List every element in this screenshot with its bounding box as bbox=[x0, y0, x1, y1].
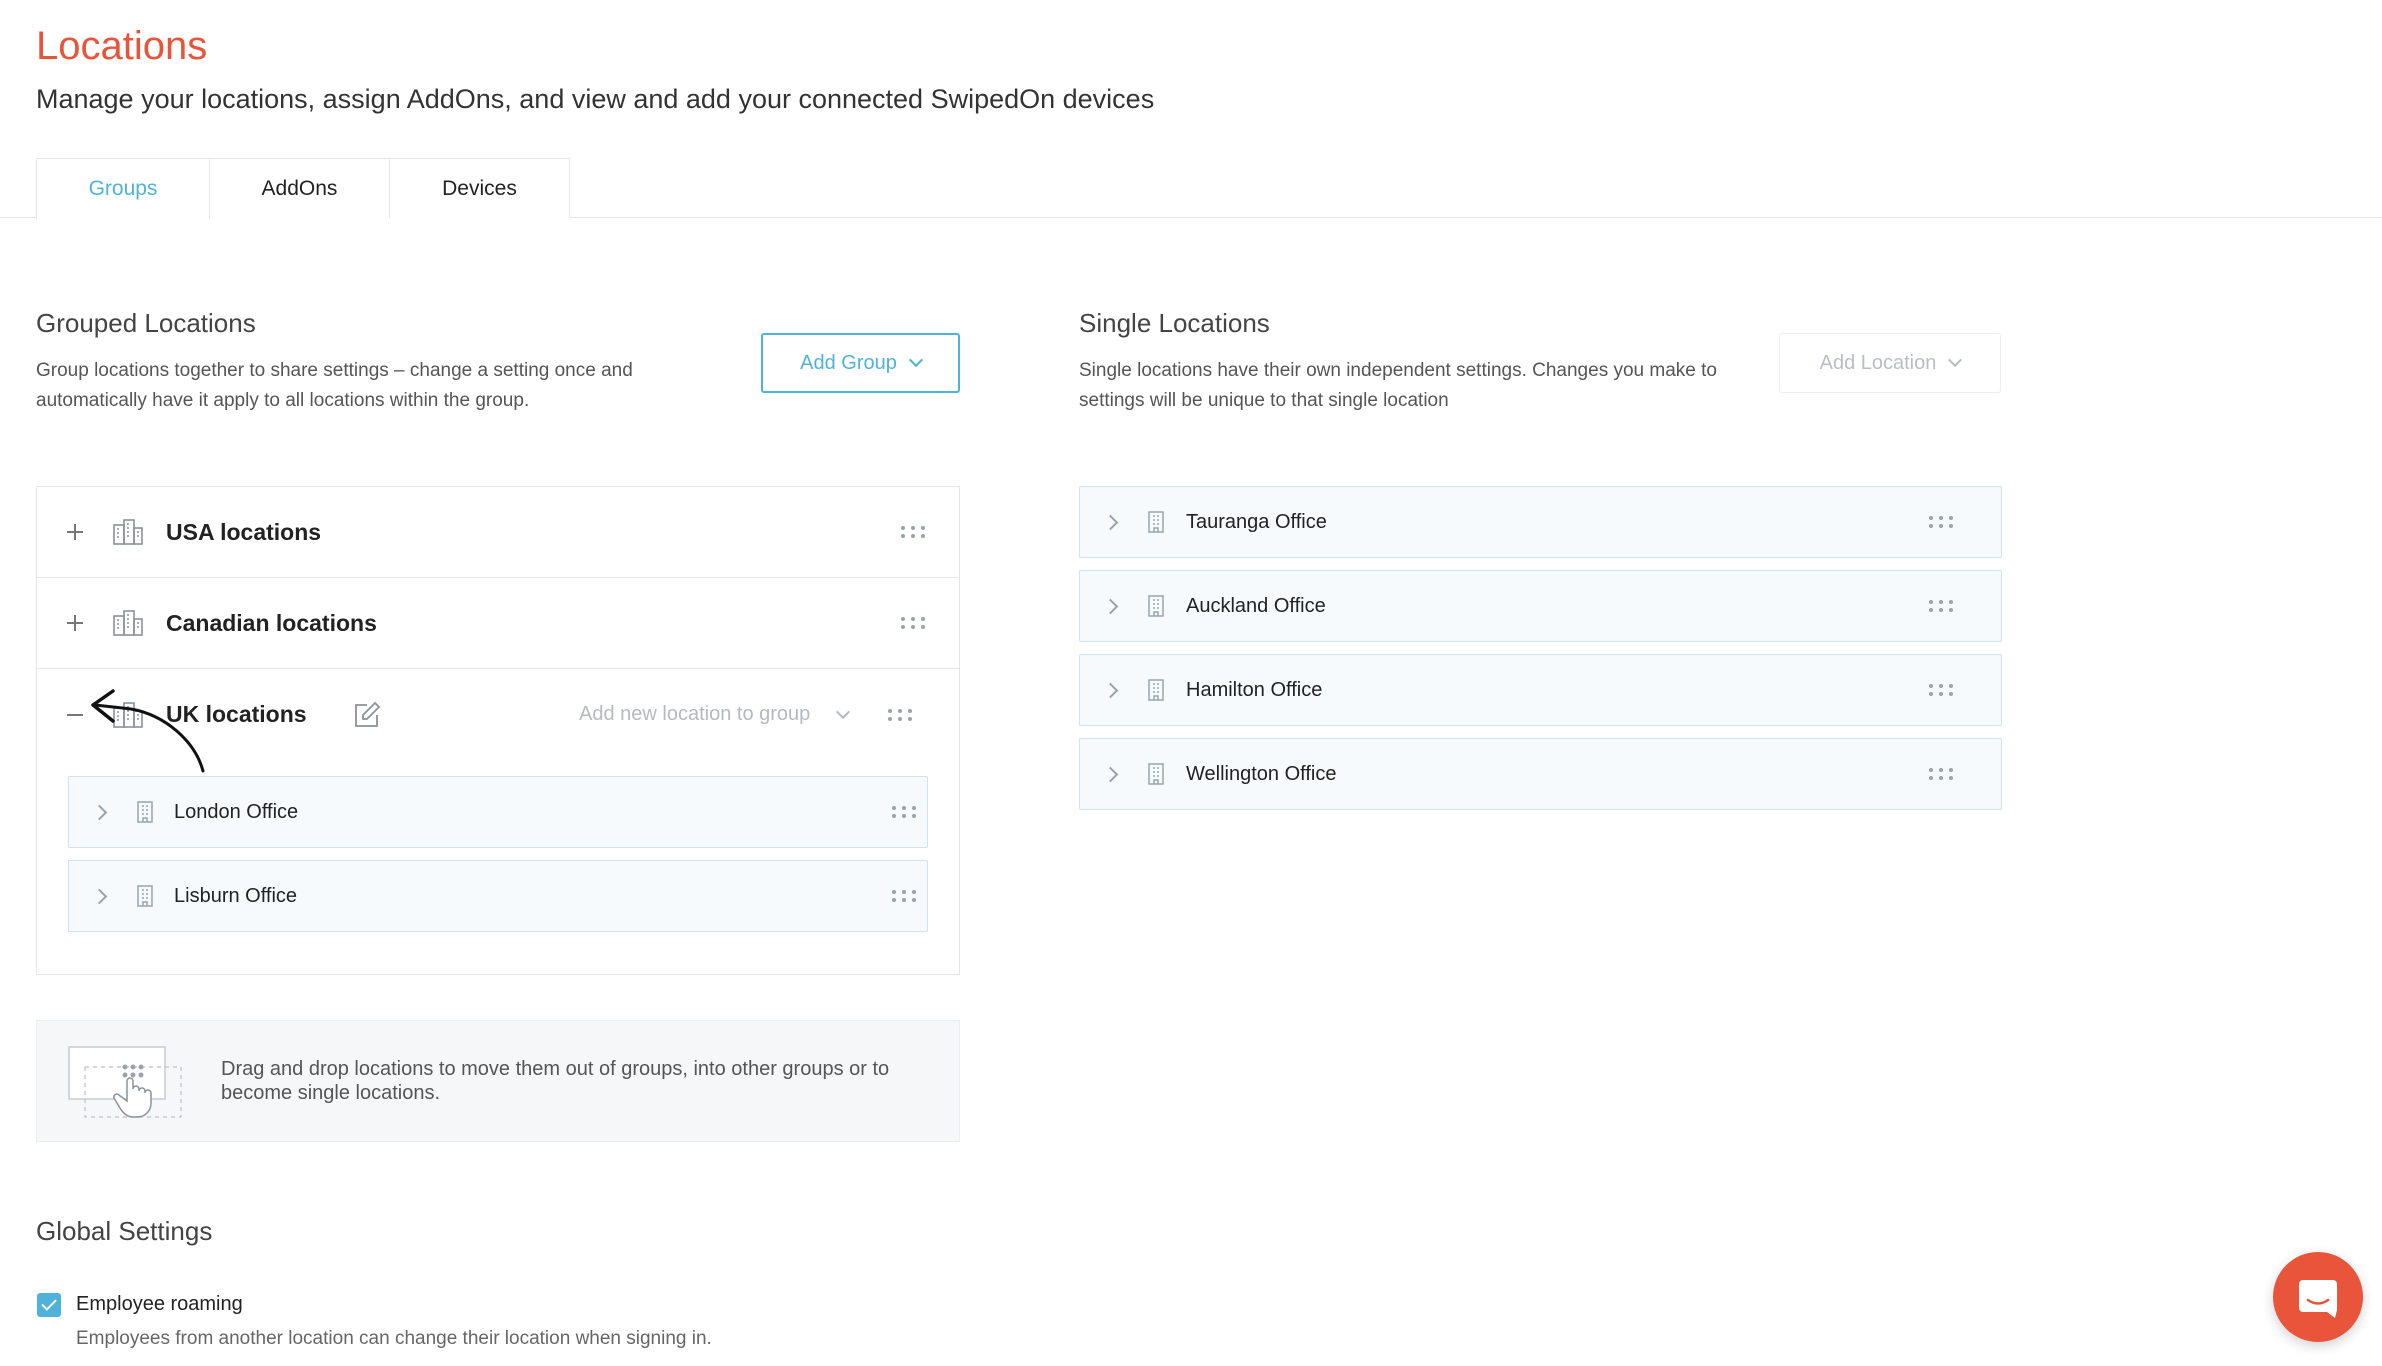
page-title: Locations bbox=[36, 24, 208, 68]
location-row-london[interactable]: London Office bbox=[68, 776, 928, 848]
grouped-desc-line-2: automatically have it apply to all locat… bbox=[36, 390, 530, 411]
location-row-hamilton[interactable]: Hamilton Office bbox=[1079, 654, 2002, 726]
single-desc-line-2: settings will be unique to that single l… bbox=[1079, 390, 1449, 411]
chevron-down-icon bbox=[908, 352, 923, 368]
grouped-locations-list: USA locations Canadian locations UK loca… bbox=[36, 486, 960, 975]
chevron-down-icon bbox=[836, 704, 851, 719]
location-name: Lisburn Office bbox=[174, 884, 298, 907]
drag-handle-icon[interactable] bbox=[901, 526, 925, 538]
tab-addons[interactable]: AddOns bbox=[210, 158, 390, 218]
group-building-icon bbox=[113, 519, 143, 545]
location-name: London Office bbox=[174, 800, 299, 823]
chevron-right-icon[interactable] bbox=[1102, 682, 1119, 698]
employee-roaming-description: Employees from another location can chan… bbox=[76, 1328, 712, 1349]
add-location-button[interactable]: Add Location bbox=[1779, 333, 2001, 393]
location-row-wellington[interactable]: Wellington Office bbox=[1079, 738, 2002, 810]
add-location-to-group-placeholder: Add new location to group bbox=[579, 703, 811, 725]
single-desc-line-1: Single locations have their own independ… bbox=[1079, 360, 1717, 381]
drag-handle-icon[interactable] bbox=[1929, 516, 1953, 528]
drag-handle-icon[interactable] bbox=[901, 617, 925, 629]
page-subtitle: Manage your locations, assign AddOns, an… bbox=[36, 84, 1155, 114]
drag-drop-hint: Drag and drop locations to move them out… bbox=[36, 1020, 960, 1142]
building-icon bbox=[1148, 679, 1164, 701]
building-icon bbox=[1148, 595, 1164, 617]
drag-handle-icon[interactable] bbox=[1929, 768, 1953, 780]
tab-bar: Groups AddOns Devices bbox=[36, 158, 570, 219]
drag-handle-icon[interactable] bbox=[892, 890, 916, 902]
tab-groups[interactable]: Groups bbox=[36, 158, 210, 219]
tab-devices[interactable]: Devices bbox=[390, 158, 570, 218]
chevron-right-icon[interactable] bbox=[91, 888, 108, 904]
location-name: Hamilton Office bbox=[1186, 678, 1323, 701]
single-locations-description: Single locations have their own independ… bbox=[1079, 356, 1717, 416]
add-location-to-group-select[interactable]: Add new location to group bbox=[579, 703, 851, 726]
drag-handle-icon[interactable] bbox=[888, 708, 912, 721]
add-group-button[interactable]: Add Group bbox=[761, 333, 960, 393]
employee-roaming-checkbox[interactable] bbox=[37, 1293, 61, 1317]
chat-launcher-button[interactable] bbox=[2273, 1252, 2363, 1342]
drag-drop-hint-text: Drag and drop locations to move them out… bbox=[221, 1058, 890, 1104]
group-name: USA locations bbox=[166, 518, 322, 545]
chevron-right-icon[interactable] bbox=[1102, 766, 1119, 782]
add-group-label: Add Group bbox=[800, 351, 897, 374]
plus-icon[interactable] bbox=[67, 524, 83, 540]
location-name: Wellington Office bbox=[1186, 762, 1337, 785]
chat-icon bbox=[2299, 1280, 2337, 1318]
drag-handle-icon[interactable] bbox=[1929, 684, 1953, 696]
minus-icon[interactable] bbox=[67, 707, 83, 723]
chevron-right-icon[interactable] bbox=[1102, 514, 1119, 530]
drag-handle-icon[interactable] bbox=[892, 806, 916, 818]
building-icon bbox=[137, 885, 153, 907]
global-settings-title: Global Settings bbox=[36, 1216, 213, 1246]
employee-roaming-label[interactable]: Employee roaming bbox=[76, 1293, 243, 1316]
location-name: Auckland Office bbox=[1186, 594, 1326, 617]
drag-handle-icon[interactable] bbox=[1929, 600, 1953, 612]
building-icon bbox=[137, 801, 153, 823]
group-row-canadian[interactable]: Canadian locations bbox=[37, 578, 959, 669]
building-icon bbox=[1148, 763, 1164, 785]
single-locations-title: Single Locations bbox=[1079, 308, 1270, 338]
arrow-annotation-icon bbox=[91, 689, 205, 773]
location-row-lisburn[interactable]: Lisburn Office bbox=[68, 860, 928, 932]
drag-drop-illustration-icon bbox=[68, 1046, 182, 1118]
grouped-desc-line-1: Group locations together to share settin… bbox=[36, 360, 633, 381]
location-name: Tauranga Office bbox=[1186, 510, 1327, 533]
chevron-down-icon bbox=[1948, 352, 1963, 368]
location-row-auckland[interactable]: Auckland Office bbox=[1079, 570, 2002, 642]
plus-icon[interactable] bbox=[67, 615, 83, 631]
chevron-right-icon[interactable] bbox=[91, 804, 108, 820]
group-building-icon bbox=[113, 610, 143, 636]
chevron-right-icon[interactable] bbox=[1102, 598, 1119, 614]
group-name: Canadian locations bbox=[166, 609, 377, 636]
building-icon bbox=[1148, 511, 1164, 533]
add-location-label: Add Location bbox=[1819, 351, 1937, 374]
location-row-tauranga[interactable]: Tauranga Office bbox=[1079, 486, 2002, 558]
grouped-locations-title: Grouped Locations bbox=[36, 308, 256, 338]
edit-icon[interactable] bbox=[353, 701, 381, 729]
grouped-locations-description: Group locations together to share settin… bbox=[36, 356, 633, 416]
group-row-usa[interactable]: USA locations bbox=[37, 487, 959, 578]
